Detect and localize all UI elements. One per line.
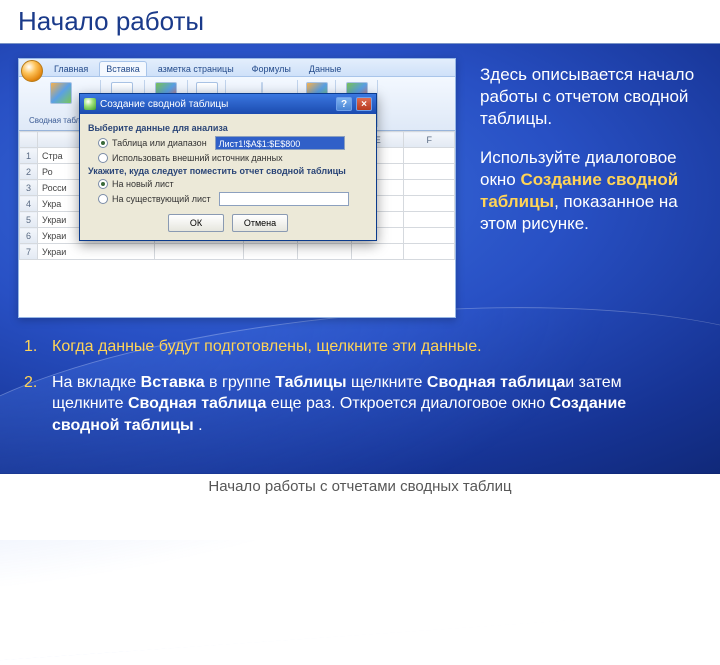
radio-dot-icon bbox=[98, 138, 108, 148]
dialog-titlebar: Создание сводной таблицы ? × bbox=[80, 94, 376, 114]
row-4: 4 bbox=[20, 196, 38, 212]
list-number: 1. bbox=[24, 336, 42, 358]
dialog-section1-label: Выберите данные для анализа bbox=[88, 123, 368, 133]
tab-insert: Вставка bbox=[99, 61, 146, 76]
radio-external-source[interactable]: Использовать внешний источник данных bbox=[98, 153, 368, 163]
right-paragraph-2: Используйте диалоговое окно Создание сво… bbox=[480, 147, 704, 234]
list-text-2: На вкладке Вставка в группе Таблицы щелк… bbox=[52, 372, 696, 437]
list-number: 2. bbox=[24, 372, 42, 437]
row-5: 5 bbox=[20, 212, 38, 228]
dialog-close-button[interactable]: × bbox=[356, 97, 372, 111]
radio-dot-icon bbox=[98, 179, 108, 189]
footer-text: Начало работы с отчетами сводных таблиц bbox=[208, 478, 511, 495]
dialog-title-text: Создание сводной таблицы bbox=[100, 99, 332, 110]
dialog-body: Выберите данные для анализа Таблица или … bbox=[80, 114, 376, 240]
radio-new-sheet-label: На новый лист bbox=[112, 179, 174, 189]
location-input[interactable] bbox=[219, 192, 349, 206]
office-button-icon bbox=[21, 60, 43, 82]
footer: Начало работы с отчетами сводных таблиц bbox=[0, 474, 720, 540]
radio-dot-icon bbox=[98, 194, 108, 204]
pivot-table-icon bbox=[50, 82, 72, 104]
radio-external-label: Использовать внешний источник данных bbox=[112, 153, 283, 163]
tab-data: Данные bbox=[302, 61, 349, 76]
slide-content: Главная Вставка азметка страницы Формулы… bbox=[0, 44, 720, 540]
list-item: 2. На вкладке Вставка в группе Таблицы щ… bbox=[24, 372, 696, 437]
row-7: 7 bbox=[20, 244, 38, 260]
row-1: 1 bbox=[20, 148, 38, 164]
row-6: 6 bbox=[20, 228, 38, 244]
instruction-list: 1. Когда данные будут подготовлены, щелк… bbox=[24, 336, 696, 450]
row-2: 2 bbox=[20, 164, 38, 180]
list-item: 1. Когда данные будут подготовлены, щелк… bbox=[24, 336, 696, 358]
create-pivot-dialog: Создание сводной таблицы ? × Выберите да… bbox=[79, 93, 377, 241]
dialog-help-button[interactable]: ? bbox=[336, 97, 352, 111]
radio-existing-sheet[interactable]: На существующий лист bbox=[98, 192, 368, 206]
radio-new-sheet[interactable]: На новый лист bbox=[98, 179, 368, 189]
tab-formulas: Формулы bbox=[245, 61, 298, 76]
right-paragraph-1: Здесь описывается начало работы с отчето… bbox=[480, 64, 704, 129]
dialog-section2-label: Укажите, куда следует поместить отчет св… bbox=[88, 166, 368, 176]
radio-existing-sheet-label: На существующий лист bbox=[112, 194, 211, 204]
radio-table-range[interactable]: Таблица или диапазон Лист1!$A$1:$E$800 bbox=[98, 136, 368, 150]
excel-screenshot: Главная Вставка азметка страницы Формулы… bbox=[18, 58, 456, 318]
ok-button[interactable]: ОК bbox=[168, 214, 224, 232]
row-3: 3 bbox=[20, 180, 38, 196]
tab-pagelayout: азметка страницы bbox=[151, 61, 241, 76]
right-text-column: Здесь описывается начало работы с отчето… bbox=[480, 64, 704, 252]
slide-title: Начало работы bbox=[18, 6, 204, 37]
ribbon-tabs: Главная Вставка азметка страницы Формулы… bbox=[19, 59, 455, 77]
dialog-button-row: ОК Отмена bbox=[88, 214, 368, 232]
col-F: F bbox=[404, 132, 455, 148]
range-input[interactable]: Лист1!$A$1:$E$800 bbox=[215, 136, 345, 150]
title-bar: Начало работы bbox=[0, 0, 720, 44]
corner-cell bbox=[20, 132, 38, 148]
dialog-title-icon bbox=[84, 98, 96, 110]
list-text-1: Когда данные будут подготовлены, щелкнит… bbox=[52, 336, 696, 358]
cancel-button[interactable]: Отмена bbox=[232, 214, 288, 232]
tab-home: Главная bbox=[47, 61, 95, 76]
radio-table-range-label: Таблица или диапазон bbox=[112, 138, 207, 148]
radio-dot-icon bbox=[98, 153, 108, 163]
